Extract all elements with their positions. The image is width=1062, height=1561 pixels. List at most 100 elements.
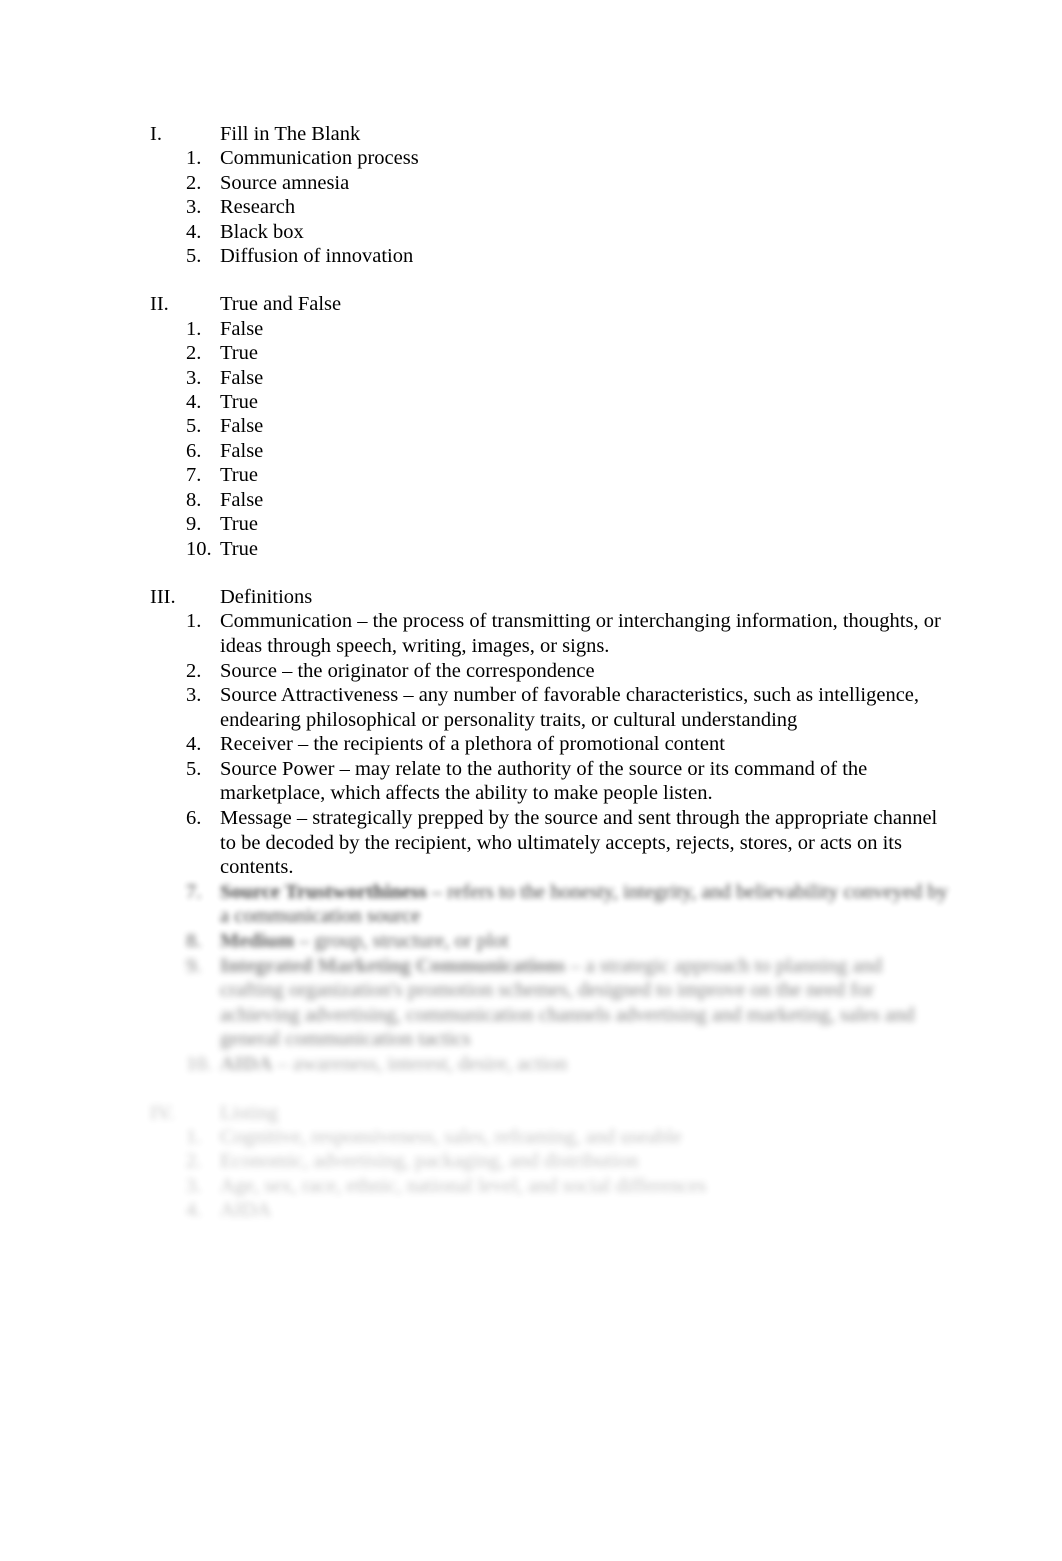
list-item-text: True (220, 537, 258, 560)
list-item-marker: 3. (186, 366, 202, 389)
list-item: 2. Economic, advertising, packaging, and… (150, 1149, 950, 1173)
list-item-text: Economic, advertising, packaging, and di… (220, 1150, 639, 1173)
list-item: 5. Diffusion of innovation (150, 244, 950, 268)
section-numeral: III. (150, 585, 176, 608)
definition-term: Integrated Marketing Communications (220, 954, 566, 977)
section-item-list: 1. Cognitive, responsiveness, sales, ref… (150, 1125, 950, 1223)
list-item-text: False (220, 439, 264, 462)
list-item-marker: 2. (186, 659, 202, 682)
definition-text: Message – strategically prepped by the s… (220, 806, 950, 880)
list-item-marker: 3. (186, 684, 202, 707)
list-item: 9. True (150, 512, 950, 536)
section-item-list: 1. False 2. True 3. False 4. True 5. Fal… (150, 317, 950, 561)
list-item-marker: 1. (186, 147, 202, 170)
definition-item: 2. Source – the originator of the corres… (150, 659, 950, 684)
section-numeral: IV. (150, 1101, 175, 1124)
definition-body: – awareness, interest, desire, action (272, 1053, 568, 1075)
list-item-text: False (220, 366, 264, 389)
definition-text: Source Attractiveness – any number of fa… (220, 683, 950, 732)
list-item-marker: 3. (186, 1174, 202, 1197)
section-listing: IV. Listing 1. Cognitive, responsiveness… (150, 1101, 950, 1223)
list-item-text: True (220, 513, 258, 536)
definition-item: 6. Message – strategically prepped by th… (150, 806, 950, 880)
list-item: 4. Black box (150, 220, 950, 244)
list-item-marker: 5. (186, 415, 202, 438)
list-item-marker: 1. (186, 317, 202, 340)
definition-text: Communication – the process of transmitt… (220, 609, 950, 658)
definition-term: Source Attractiveness (220, 684, 404, 707)
definition-body: – the originator of the correspondence (276, 659, 595, 682)
definition-term: AIDA (220, 1053, 273, 1075)
list-item-marker: 2. (186, 342, 202, 365)
definition-item: 3. Source Attractiveness – any number of… (150, 683, 950, 732)
section-heading: IV. Listing (150, 1101, 950, 1125)
list-item-marker: 1. (186, 610, 202, 633)
list-item-marker: 7. (186, 880, 202, 903)
list-item-text: False (220, 488, 264, 511)
obscured-definition-list: 7. Source Trustworthiness – refers to th… (150, 880, 950, 1077)
definition-text: Receiver – the recipients of a plethora … (220, 732, 950, 757)
list-item-text: True (220, 342, 258, 365)
list-item-text: True (220, 391, 258, 414)
list-item: 7. True (150, 463, 950, 487)
definition-item: 5. Source Power – may relate to the auth… (150, 757, 950, 806)
list-item-marker: 4. (186, 391, 202, 414)
document-body: I. Fill in The Blank 1. Communication pr… (150, 122, 950, 1223)
list-item: 3. Research (150, 195, 950, 219)
definition-term: Receiver (220, 733, 293, 756)
definition-term: Source (220, 659, 277, 682)
definition-term: Message (220, 807, 292, 830)
list-item-text: False (220, 415, 264, 438)
section-fill-in-the-blank: I. Fill in The Blank 1. Communication pr… (150, 122, 950, 268)
definition-text: Source Trustworthiness – refers to the h… (220, 880, 950, 929)
list-item-marker: 9. (186, 954, 202, 977)
list-item-marker: 2. (186, 1150, 202, 1173)
definition-item-obscured: 9. Integrated Marketing Communications –… (150, 954, 950, 1052)
section-definitions: III. Definitions 1. Communication – the … (150, 585, 950, 1077)
list-item-marker: 9. (186, 513, 202, 536)
list-item-marker: 2. (186, 171, 202, 194)
list-item-text: Age, sex, race, ethnic, national level, … (220, 1174, 707, 1197)
definition-text: Integrated Marketing Communications – a … (220, 954, 950, 1052)
definition-term: Source Trustworthiness (220, 880, 427, 903)
list-item-marker: 7. (186, 464, 202, 487)
definition-item: 1. Communication – the process of transm… (150, 609, 950, 658)
list-item: 5. False (150, 414, 950, 438)
list-item: 2. Source amnesia (150, 171, 950, 195)
list-item-text: True (220, 464, 258, 487)
list-item: 1. Cognitive, responsiveness, sales, ref… (150, 1125, 950, 1149)
list-item-text: AIDA (220, 1199, 272, 1222)
definition-item-obscured: 8. Medium – group, structure, or plot (150, 929, 950, 954)
list-item-marker: 4. (186, 733, 202, 756)
section-title: Definitions (220, 585, 313, 608)
definition-item-obscured: 7. Source Trustworthiness – refers to th… (150, 880, 950, 929)
list-item-marker: 3. (186, 196, 202, 219)
list-item: 3. False (150, 366, 950, 390)
section-title: Fill in The Blank (220, 123, 361, 145)
definition-item-obscured: 10. AIDA – awareness, interest, desire, … (150, 1052, 950, 1077)
section-item-list: 1. Communication – the process of transm… (150, 609, 950, 880)
section-numeral: II. (150, 293, 169, 316)
definition-text: Medium – group, structure, or plot (220, 929, 950, 954)
section-heading: II. True and False (150, 292, 950, 316)
list-item-marker: 8. (186, 488, 202, 511)
list-item-text: Communication process (220, 147, 419, 170)
list-item: 1. Communication process (150, 146, 950, 170)
list-item-marker: 10. (186, 1053, 212, 1075)
list-item-marker: 4. (186, 220, 202, 243)
definition-body: – the recipients of a plethora of promot… (292, 733, 725, 756)
definition-body: – group, structure, or plot (294, 930, 509, 953)
list-item-marker: 6. (186, 807, 202, 830)
section-true-and-false: II. True and False 1. False 2. True 3. F… (150, 292, 950, 560)
document-page: I. Fill in The Blank 1. Communication pr… (0, 0, 1062, 1561)
list-item-marker: 8. (186, 930, 202, 953)
definition-body: – strategically prepped by the source an… (220, 807, 938, 879)
section-title: True and False (220, 293, 342, 316)
section-item-list: 1. Communication process 2. Source amnes… (150, 146, 950, 268)
list-item-marker: 1. (186, 1126, 202, 1148)
list-item: 8. False (150, 488, 950, 512)
section-numeral: I. (150, 123, 162, 145)
list-item-text: False (220, 317, 264, 340)
list-item-text: Source amnesia (220, 171, 350, 194)
list-item: 4. True (150, 390, 950, 414)
